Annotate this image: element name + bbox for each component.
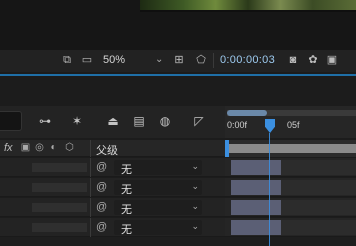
timeline-track[interactable] bbox=[225, 158, 356, 177]
column-divider bbox=[90, 178, 91, 197]
chevron-down-icon: ⌄ bbox=[191, 181, 199, 191]
ruler-label-05f: 05f bbox=[287, 120, 300, 130]
parent-select[interactable]: 无 ⌄ bbox=[114, 200, 202, 216]
column-divider bbox=[90, 218, 91, 237]
shy-icon[interactable]: ✶ bbox=[68, 113, 86, 129]
pick-whip-icon[interactable]: @ bbox=[96, 201, 107, 213]
parent-select[interactable]: 无 ⌄ bbox=[114, 160, 202, 176]
timeline-track[interactable] bbox=[225, 218, 356, 237]
current-time-line bbox=[269, 133, 270, 246]
current-time-indicator[interactable] bbox=[265, 119, 275, 133]
chevron-down-icon: ⌄ bbox=[191, 221, 199, 231]
parent-select-value: 无 bbox=[121, 224, 132, 236]
empty-track bbox=[281, 200, 356, 215]
layer-clip[interactable] bbox=[231, 200, 281, 215]
timeline-header-track bbox=[225, 140, 356, 157]
toolbar-divider bbox=[213, 53, 214, 68]
layer-switches bbox=[32, 183, 87, 192]
zoom-value[interactable]: 50% bbox=[103, 54, 125, 66]
chevron-down-icon: ⌄ bbox=[191, 201, 199, 211]
mask-icon[interactable]: ⬠ bbox=[194, 54, 208, 66]
composition-preview-image bbox=[140, 0, 356, 12]
frame-blend-icon[interactable]: ⏏ bbox=[104, 113, 122, 129]
layer-row[interactable]: @ 无 ⌄ bbox=[0, 158, 225, 177]
switch-icon: ▣ bbox=[20, 142, 31, 153]
empty-track bbox=[281, 180, 356, 195]
monitor-icon[interactable]: ▭ bbox=[80, 54, 94, 66]
time-ruler[interactable]: 0:00f 05f bbox=[225, 106, 356, 138]
layer-row[interactable]: @ 无 ⌄ bbox=[0, 178, 225, 197]
after-effects-window: ⧉ ▭ 50% ⌄ ⊞ ⬠ 0:00:00:03 ◙ ✿ ▣ ⊶ ✶ ⏏ ▤ ◍… bbox=[0, 0, 356, 246]
pick-whip-icon[interactable]: @ bbox=[96, 181, 107, 193]
timeline-track[interactable] bbox=[225, 198, 356, 217]
parent-select[interactable]: 无 ⌄ bbox=[114, 180, 202, 196]
column-divider bbox=[90, 198, 91, 217]
draft-3d-icon[interactable]: ⊶ bbox=[36, 113, 54, 129]
column-divider bbox=[90, 158, 91, 177]
color-icon[interactable]: ✿ bbox=[306, 54, 320, 66]
empty-track bbox=[281, 220, 356, 235]
pick-whip-icon[interactable]: @ bbox=[96, 161, 107, 173]
graph-editor-icon[interactable]: ◍ bbox=[156, 113, 174, 129]
parent-select[interactable]: 无 ⌄ bbox=[114, 220, 202, 236]
adjustment-icon: ◐ bbox=[50, 142, 57, 153]
viewer-toolbar: ⧉ ▭ 50% ⌄ ⊞ ⬠ 0:00:00:03 ◙ ✿ ▣ bbox=[0, 50, 356, 72]
layer-clip[interactable] bbox=[231, 160, 281, 175]
ruler-label-start: 0:00f bbox=[227, 120, 248, 130]
3d-layer-icon: ⬡ bbox=[65, 142, 74, 153]
graph-toggle-icon[interactable]: ◸ bbox=[190, 113, 208, 129]
chevron-down-icon: ⌄ bbox=[191, 161, 199, 171]
current-time-display[interactable]: 0:00:00:03 bbox=[220, 54, 275, 66]
chevron-down-icon[interactable]: ⌄ bbox=[155, 54, 163, 65]
fit-icon[interactable]: ⊞ bbox=[172, 54, 186, 66]
work-area-bar[interactable] bbox=[227, 110, 267, 116]
search-input[interactable] bbox=[0, 111, 22, 131]
pick-whip-icon[interactable]: @ bbox=[96, 221, 107, 233]
parent-column-label: 父级 bbox=[96, 145, 118, 157]
parent-select-value: 无 bbox=[121, 184, 132, 196]
fx-label: fx bbox=[4, 142, 13, 154]
channel-icon[interactable]: ▣ bbox=[325, 54, 339, 66]
composition-bar bbox=[229, 144, 356, 153]
empty-track bbox=[281, 160, 356, 175]
timeline-panel-top bbox=[0, 76, 356, 106]
layer-row[interactable]: @ 无 ⌄ bbox=[0, 198, 225, 217]
parent-select-value: 无 bbox=[121, 204, 132, 216]
layer-switches bbox=[32, 203, 87, 212]
region-icon[interactable]: ⧉ bbox=[60, 54, 74, 66]
blend-icon: ◎ bbox=[35, 142, 44, 153]
timeline-track[interactable] bbox=[225, 178, 356, 197]
layer-clip[interactable] bbox=[231, 220, 281, 235]
timeline-bottom bbox=[0, 237, 356, 246]
column-divider bbox=[90, 140, 91, 157]
camera-icon[interactable]: ◙ bbox=[286, 54, 300, 66]
layer-row[interactable]: @ 无 ⌄ bbox=[0, 218, 225, 237]
parent-select-value: 无 bbox=[121, 164, 132, 176]
motion-blur-icon[interactable]: ▤ bbox=[130, 113, 148, 129]
layer-switches bbox=[32, 223, 87, 232]
composition-viewer[interactable] bbox=[0, 0, 356, 52]
layer-column-header: fx ▣ ◎ ◐ ⬡ 父级 bbox=[0, 140, 225, 157]
layer-clip[interactable] bbox=[231, 180, 281, 195]
layer-switches bbox=[32, 163, 87, 172]
